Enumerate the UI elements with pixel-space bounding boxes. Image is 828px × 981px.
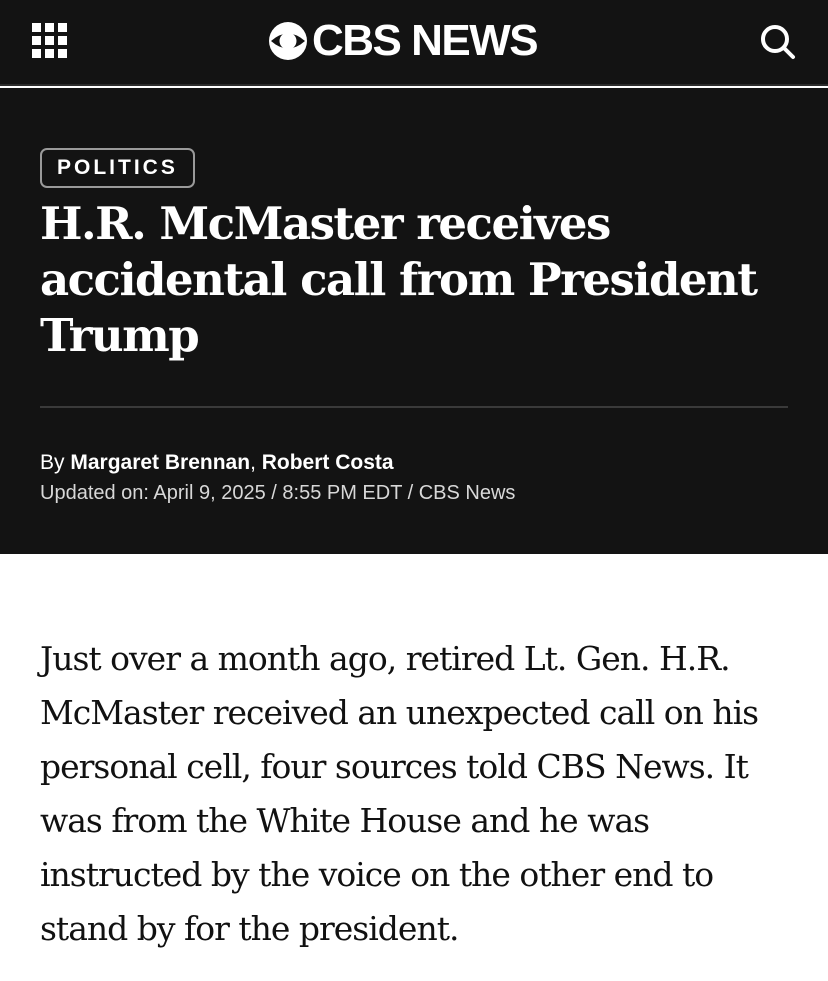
top-nav-bar: CBS NEWS <box>0 0 828 86</box>
updated-timestamp: Updated on: April 9, 2025 / 8:55 PM EDT … <box>40 482 516 504</box>
brand-name: CBS NEWS <box>312 16 539 65</box>
author-link[interactable]: Robert Costa <box>262 451 394 474</box>
cbs-news-logo[interactable]: CBS NEWS <box>268 16 539 65</box>
author-link[interactable]: Margaret Brennan <box>70 451 250 474</box>
article-header: POLITICS H.R. McMaster receives accident… <box>0 88 828 554</box>
byline: By Margaret Brennan, Robert Costa <box>40 449 394 477</box>
cbs-eye-icon <box>269 22 307 60</box>
article-headline: H.R. McMaster receives accidental call f… <box>40 197 758 362</box>
byline-prefix: By <box>40 451 71 474</box>
grid-menu-icon[interactable] <box>32 23 68 59</box>
search-icon[interactable] <box>758 22 798 62</box>
divider <box>40 406 788 408</box>
author-separator: , <box>250 451 262 474</box>
category-badge[interactable]: POLITICS <box>40 148 195 188</box>
article-body-paragraph: Just over a month ago, retired Lt. Gen. … <box>40 639 759 948</box>
